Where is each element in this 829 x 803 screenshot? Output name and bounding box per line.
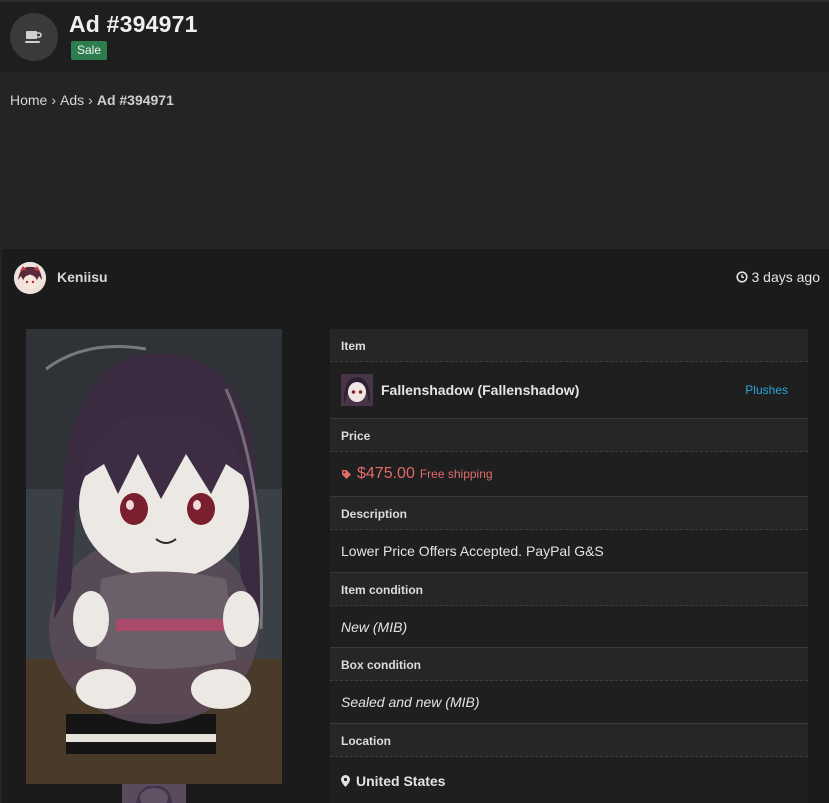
item-label: Item	[330, 329, 808, 362]
coffee-cup-icon[interactable]	[10, 13, 58, 61]
box-condition-label: Box condition	[330, 648, 808, 681]
posted-time: 3 days ago	[735, 269, 821, 285]
sale-badge: Sale	[71, 41, 108, 60]
breadcrumb-separator: ›	[88, 92, 93, 108]
price-value: $475.00	[357, 465, 415, 482]
description-label: Description	[330, 497, 808, 530]
location-label: Location	[330, 724, 808, 757]
item-condition-value: New (MIB)	[330, 606, 808, 648]
breadcrumb-home-link[interactable]: Home	[10, 92, 47, 108]
item-name-link[interactable]: Fallenshadow (Fallenshadow)	[381, 382, 579, 398]
item-thumbnail[interactable]	[341, 374, 373, 406]
item-category-link[interactable]: Plushes	[745, 383, 788, 397]
box-condition-value: Sealed and new (MIB)	[330, 681, 808, 724]
price-label: Price	[330, 419, 808, 452]
breadcrumb-ads-link[interactable]: Ads	[60, 92, 84, 108]
username-link[interactable]: Keniisu	[57, 269, 108, 285]
breadcrumb: Home › Ads › Ad #394971	[10, 92, 174, 108]
map-pin-icon	[341, 774, 350, 787]
posted-time-text: 3 days ago	[751, 269, 821, 285]
breadcrumb-current: Ad #394971	[96, 92, 174, 108]
page-title: Ad #394971	[69, 11, 198, 37]
item-row: Fallenshadow (Fallenshadow) Plushes	[330, 362, 808, 419]
breadcrumb-separator: ›	[51, 92, 57, 108]
user-avatar[interactable]	[14, 262, 46, 294]
description-text: Lower Price Offers Accepted. PayPal G&S	[330, 530, 808, 573]
page-header: Ad #394971 Sale	[0, 0, 829, 72]
shipping-info: Free shipping	[419, 467, 493, 481]
location-value: United States	[356, 772, 446, 789]
clock-icon	[735, 271, 748, 283]
ad-details-table: Item Fallenshadow (Fallenshadow) Plushes…	[330, 329, 808, 803]
product-thumbnail[interactable]	[122, 784, 186, 803]
item-condition-label: Item condition	[330, 573, 808, 606]
price-row: $475.00 Free shipping	[330, 452, 808, 497]
location-row: United States	[330, 757, 808, 803]
price-tag-icon	[342, 469, 351, 479]
product-photo[interactable]	[26, 329, 282, 784]
